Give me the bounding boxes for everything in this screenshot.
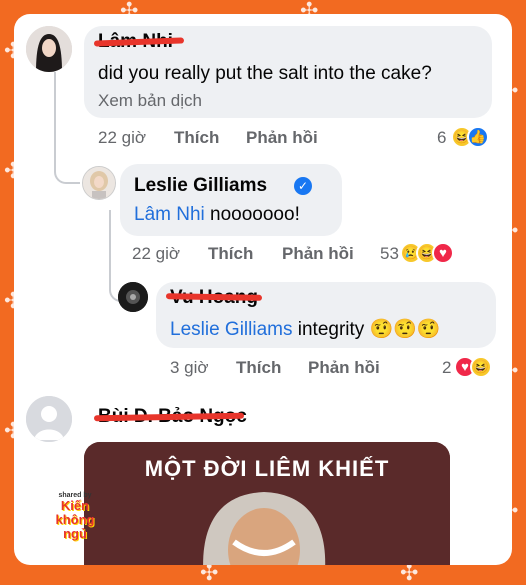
comment-time[interactable]: 22 giờ <box>132 244 180 264</box>
avatar[interactable] <box>26 396 72 442</box>
comment-thread: Lâm Nhi did you really put the salt into… <box>14 14 512 565</box>
reaction-count[interactable]: 53 <box>380 244 399 264</box>
reaction-count[interactable]: 2 <box>442 358 451 378</box>
like-button[interactable]: Thích <box>236 358 281 378</box>
comment-time[interactable]: 3 giờ <box>170 358 209 378</box>
thread-line <box>54 72 80 184</box>
avatar[interactable] <box>26 26 72 72</box>
mention-link[interactable]: Leslie Gilliams <box>170 319 292 340</box>
avatar[interactable] <box>82 166 116 200</box>
comment-text: did you really put the salt into the cak… <box>98 63 432 84</box>
watermark-line1: Kiến <box>60 498 90 513</box>
verified-badge-icon: ✓ <box>294 177 312 195</box>
reply-button[interactable]: Phản hồi <box>282 244 354 264</box>
comment-author[interactable]: Leslie Gilliams <box>134 175 267 197</box>
translate-link[interactable]: Xem bản dịch <box>98 91 202 111</box>
watermark-line2: không <box>55 512 95 527</box>
raised-eyebrow-emoji: 🤨🤨🤨 <box>369 319 441 340</box>
mention-link[interactable]: Lâm Nhi <box>134 204 205 225</box>
comment-text: nooooooo! <box>204 204 300 225</box>
reply-button[interactable]: Phản hồi <box>308 358 380 378</box>
avatar[interactable] <box>118 282 148 312</box>
like-icon: 👍 <box>467 126 489 148</box>
ant-icon: ✣ <box>400 560 419 585</box>
haha-icon: 😆 <box>470 356 492 378</box>
love-icon: ♥ <box>432 242 454 264</box>
ant-icon: ✣ <box>200 560 219 585</box>
like-button[interactable]: Thích <box>174 128 219 148</box>
comment-text: integrity <box>292 319 365 340</box>
like-button[interactable]: Thích <box>208 244 253 264</box>
meme-image[interactable]: MỘT ĐỜI LIÊM KHIẾT <box>84 442 450 565</box>
reply-button[interactable]: Phản hồi <box>246 128 318 148</box>
meme-caption: MỘT ĐỜI LIÊM KHIẾT <box>144 456 390 481</box>
watermark-line3: ngủ <box>63 526 87 541</box>
comment-time[interactable]: 22 giờ <box>98 128 146 148</box>
watermark-logo: shared by Kiến không ngủ <box>44 492 106 541</box>
reaction-count[interactable]: 6 <box>437 128 446 148</box>
